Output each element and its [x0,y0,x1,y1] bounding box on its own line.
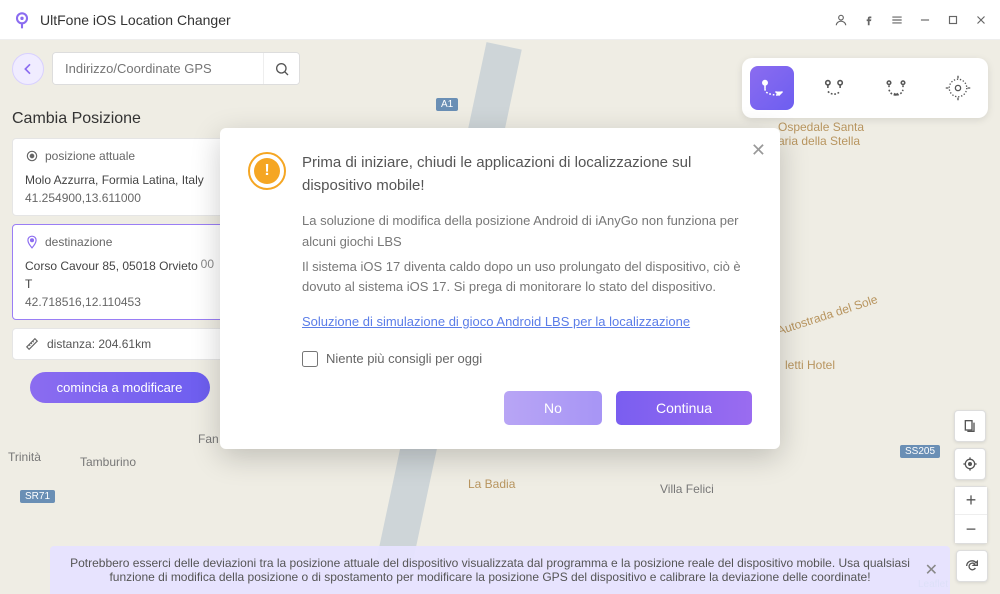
modal-link[interactable]: Soluzione di simulazione di gioco Androi… [302,312,690,333]
warning-modal: ✕ ! Prima di iniziare, chiudi le applica… [220,128,780,449]
warning-icon: ! [248,152,286,190]
modal-overlay: ✕ ! Prima di iniziare, chiudi le applica… [0,0,1000,594]
modal-body-2: Il sistema iOS 17 diventa caldo dopo un … [302,257,752,299]
modal-checkbox-label: Niente più consigli per oggi [326,351,482,366]
modal-checkbox-row[interactable]: Niente più consigli per oggi [302,351,752,367]
modal-body-1: La soluzione di modifica della posizione… [302,211,752,253]
modal-title: Prima di iniziare, chiudi le applicazion… [302,152,752,197]
modal-checkbox[interactable] [302,351,318,367]
modal-close-button[interactable]: ✕ [751,140,766,161]
modal-no-button[interactable]: No [504,391,602,425]
modal-continue-button[interactable]: Continua [616,391,752,425]
